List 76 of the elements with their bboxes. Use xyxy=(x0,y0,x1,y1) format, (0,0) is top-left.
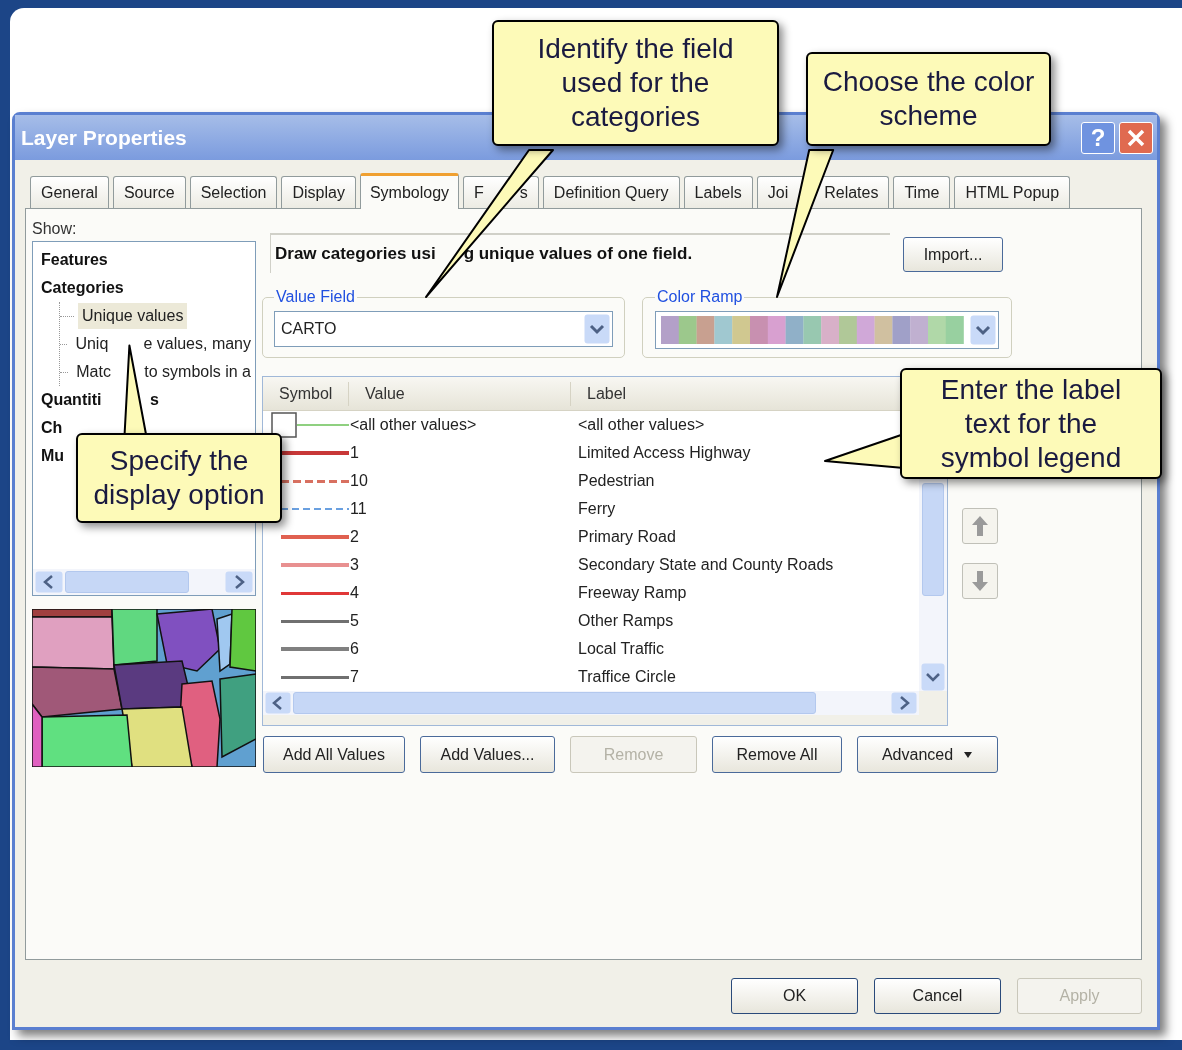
tab[interactable]: Definition Query xyxy=(542,176,680,208)
scroll-left-icon[interactable] xyxy=(35,571,63,593)
tab[interactable]: Selection xyxy=(189,176,278,208)
button[interactable]: Remove All xyxy=(712,736,842,773)
tree-item[interactable]: Uniq e values, many xyxy=(71,331,255,357)
import-button[interactable]: Import... xyxy=(903,237,1003,272)
tab[interactable]: General xyxy=(30,176,109,208)
scrollbar-thumb[interactable] xyxy=(922,483,944,596)
button[interactable]: Cancel xyxy=(874,978,1001,1014)
table-cell-text: Pedestrian xyxy=(578,471,655,491)
table-cell-text: <all other values> xyxy=(578,415,705,435)
table-cell-text: Secondary State and County Roads xyxy=(578,555,834,575)
move-down-button[interactable] xyxy=(962,563,998,599)
table-cell-text: Ferry xyxy=(578,499,616,519)
caret-icon xyxy=(963,750,974,759)
tab[interactable]: Time xyxy=(893,176,951,208)
column-header[interactable]: Label xyxy=(587,384,627,402)
tree-item[interactable]: Quantiti s xyxy=(33,386,255,414)
scrollbar-thumb[interactable] xyxy=(65,571,189,593)
horizontal-scrollbar[interactable] xyxy=(263,691,919,715)
tree-item[interactable]: Categories xyxy=(33,274,255,302)
tab[interactable]: Symbology xyxy=(359,173,460,209)
button[interactable]: OK xyxy=(731,978,858,1014)
table-cell: 11 xyxy=(350,500,367,517)
table-cell-text: Freeway Ramp xyxy=(578,583,687,603)
table-cell: 7 xyxy=(350,668,359,685)
dropdown-button[interactable]: Advanced xyxy=(857,736,998,773)
callout: Choose the color scheme xyxy=(806,52,1051,146)
callout: Identify the field used for the categories xyxy=(492,20,779,146)
scroll-left-icon[interactable] xyxy=(265,692,291,714)
chevron-down-icon[interactable] xyxy=(584,314,610,344)
close-icon xyxy=(1127,128,1145,147)
show-label: Show: xyxy=(32,219,78,239)
scroll-right-icon[interactable] xyxy=(891,692,917,714)
table-cell-text: Traffice Circle xyxy=(578,667,676,687)
tab[interactable]: Labels xyxy=(683,176,753,208)
color-ramp-dropdown[interactable] xyxy=(655,311,999,349)
column-header[interactable]: Value xyxy=(365,384,405,402)
tab[interactable]: HTML Popup xyxy=(954,176,1071,208)
tab[interactable]: Source xyxy=(112,176,186,208)
tree-item[interactable]: Features xyxy=(33,246,255,274)
table-cell: 4 xyxy=(350,584,359,601)
description-text: Draw categories usi g unique values of one field. xyxy=(275,243,693,266)
arrow-up-icon xyxy=(970,514,990,538)
table-cell: 3 xyxy=(350,556,359,573)
callout: Enter the label text for the symbol legend xyxy=(900,368,1162,479)
group-label: Value Field xyxy=(275,287,356,307)
window-title: Layer Properties xyxy=(21,124,188,151)
chevron-down-icon[interactable] xyxy=(970,315,996,345)
table-cell-text: Limited Access Highway xyxy=(578,443,751,463)
callout: Specify the display option xyxy=(76,433,282,523)
tree-item[interactable]: Matc to symbols in a xyxy=(72,359,255,385)
button[interactable]: Add Values... xyxy=(420,736,555,773)
table-cell-text: Local Traffic xyxy=(578,639,664,659)
move-up-button[interactable] xyxy=(962,508,998,544)
vertical-scrollbar[interactable] xyxy=(919,483,947,691)
table-cell: 5 xyxy=(350,612,359,629)
horizontal-scrollbar[interactable] xyxy=(33,569,255,595)
tab[interactable]: Display xyxy=(281,176,356,208)
close-button[interactable] xyxy=(1119,121,1153,154)
group-label: Color Ramp xyxy=(656,287,744,307)
table-cell: 1 xyxy=(350,444,359,461)
table-cell-text: Other Ramps xyxy=(578,611,674,631)
tree-item[interactable]: Unique values xyxy=(78,303,188,329)
scroll-right-icon[interactable] xyxy=(225,571,253,593)
value-field-dropdown[interactable]: CARTO xyxy=(274,311,613,347)
scrollbar-thumb[interactable] xyxy=(293,692,816,714)
button[interactable]: Add All Values xyxy=(263,736,405,773)
scroll-down-icon[interactable] xyxy=(921,663,945,691)
column-header[interactable]: Symbol xyxy=(279,384,333,402)
table-cell: 2 xyxy=(350,528,359,545)
table-cell-text: Primary Road xyxy=(578,527,676,547)
table-cell: 10 xyxy=(350,472,368,489)
table-cell: 6 xyxy=(350,640,359,657)
arrow-down-icon xyxy=(970,569,990,593)
table-cell: <all other values> xyxy=(350,416,477,433)
